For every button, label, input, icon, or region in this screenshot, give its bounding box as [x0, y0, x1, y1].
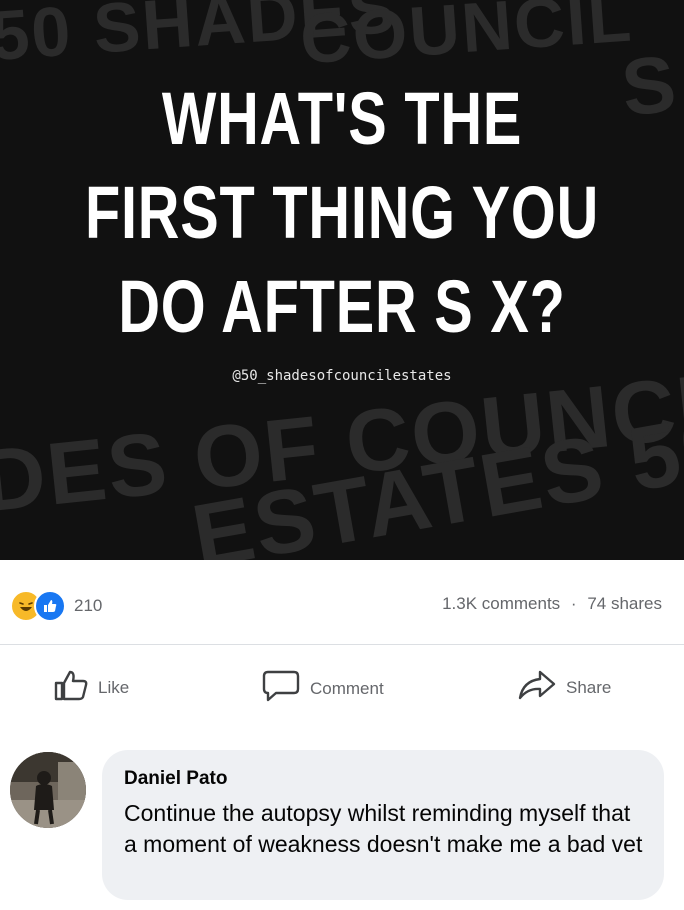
image-handle: @50_shadesofcouncilestates — [232, 368, 452, 384]
reactions-summary[interactable]: 210 — [10, 590, 102, 622]
engagement-counts: 1.3K comments · 74 shares — [442, 594, 662, 614]
comment-author[interactable]: Daniel Pato — [124, 768, 227, 790]
comments-count[interactable]: 1.3K comments — [442, 594, 560, 613]
post-stats-bar: 210 1.3K comments · 74 shares — [0, 560, 684, 644]
comment-label: Comment — [310, 678, 384, 698]
headline-line-2: FIRST THING YOU — [84, 171, 600, 254]
post-actions-bar: Like Comment Share — [0, 644, 684, 733]
like-label: Like — [98, 677, 130, 697]
comment-button[interactable]: Comment — [262, 669, 384, 708]
avatar[interactable] — [10, 752, 86, 828]
bg-watermark-2: COUNCIL — [297, 0, 636, 79]
stats-separator: · — [570, 594, 577, 613]
like-button[interactable]: Like — [54, 669, 129, 706]
reaction-count: 210 — [74, 596, 103, 615]
comment-section: Daniel Pato Continue the autopsy whilst … — [0, 732, 684, 910]
shares-count[interactable]: 74 shares — [587, 594, 662, 613]
like-reaction-icon — [34, 590, 66, 622]
share-arrow-icon — [518, 669, 556, 706]
share-label: Share — [566, 677, 612, 697]
comment-bubble: Daniel Pato Continue the autopsy whilst … — [102, 750, 664, 900]
post-headline: WHAT'S THE FIRST THING YOU DO AFTER S X? — [0, 72, 684, 354]
comment-bubble-icon — [262, 669, 300, 708]
post-image[interactable]: 50 SHADES COUNCIL DES OF COUNCIL ESTATES… — [0, 0, 684, 560]
headline-line-1: WHAT'S THE — [161, 77, 523, 160]
comment-text: Continue the autopsy whilst reminding my… — [124, 800, 643, 857]
headline-line-3: DO AFTER S X? — [118, 265, 566, 348]
share-button[interactable]: Share — [518, 669, 611, 706]
thumbs-up-icon — [54, 669, 88, 706]
